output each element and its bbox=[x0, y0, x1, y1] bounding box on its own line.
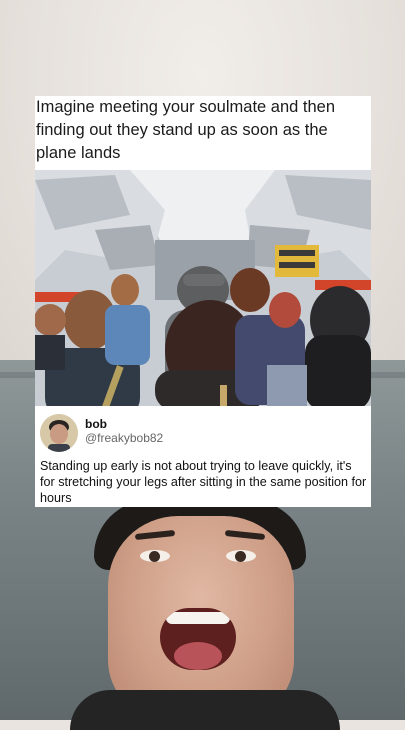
meme-caption: Imagine meeting your soulmate and then f… bbox=[36, 98, 336, 162]
airplane-cabin-photo bbox=[35, 170, 371, 406]
tweet-card: bob @freakybob82 Standing up early is no… bbox=[35, 411, 371, 507]
teeth bbox=[166, 612, 230, 624]
meme-post: Imagine meeting your soulmate and then f… bbox=[35, 96, 371, 507]
airplane-cabin-illustration bbox=[35, 170, 371, 406]
open-mouth bbox=[160, 608, 236, 670]
tongue bbox=[174, 642, 222, 670]
tweet-author-name[interactable]: bob bbox=[85, 417, 107, 431]
tweet-author-handle[interactable]: @freakybob82 bbox=[85, 431, 163, 445]
avatar[interactable] bbox=[40, 414, 78, 452]
right-eye bbox=[226, 550, 256, 562]
left-eye bbox=[140, 550, 170, 562]
avatar-face-icon bbox=[40, 414, 78, 452]
shirt bbox=[70, 690, 340, 730]
tweet-text: Standing up early is not about trying to… bbox=[40, 459, 367, 505]
